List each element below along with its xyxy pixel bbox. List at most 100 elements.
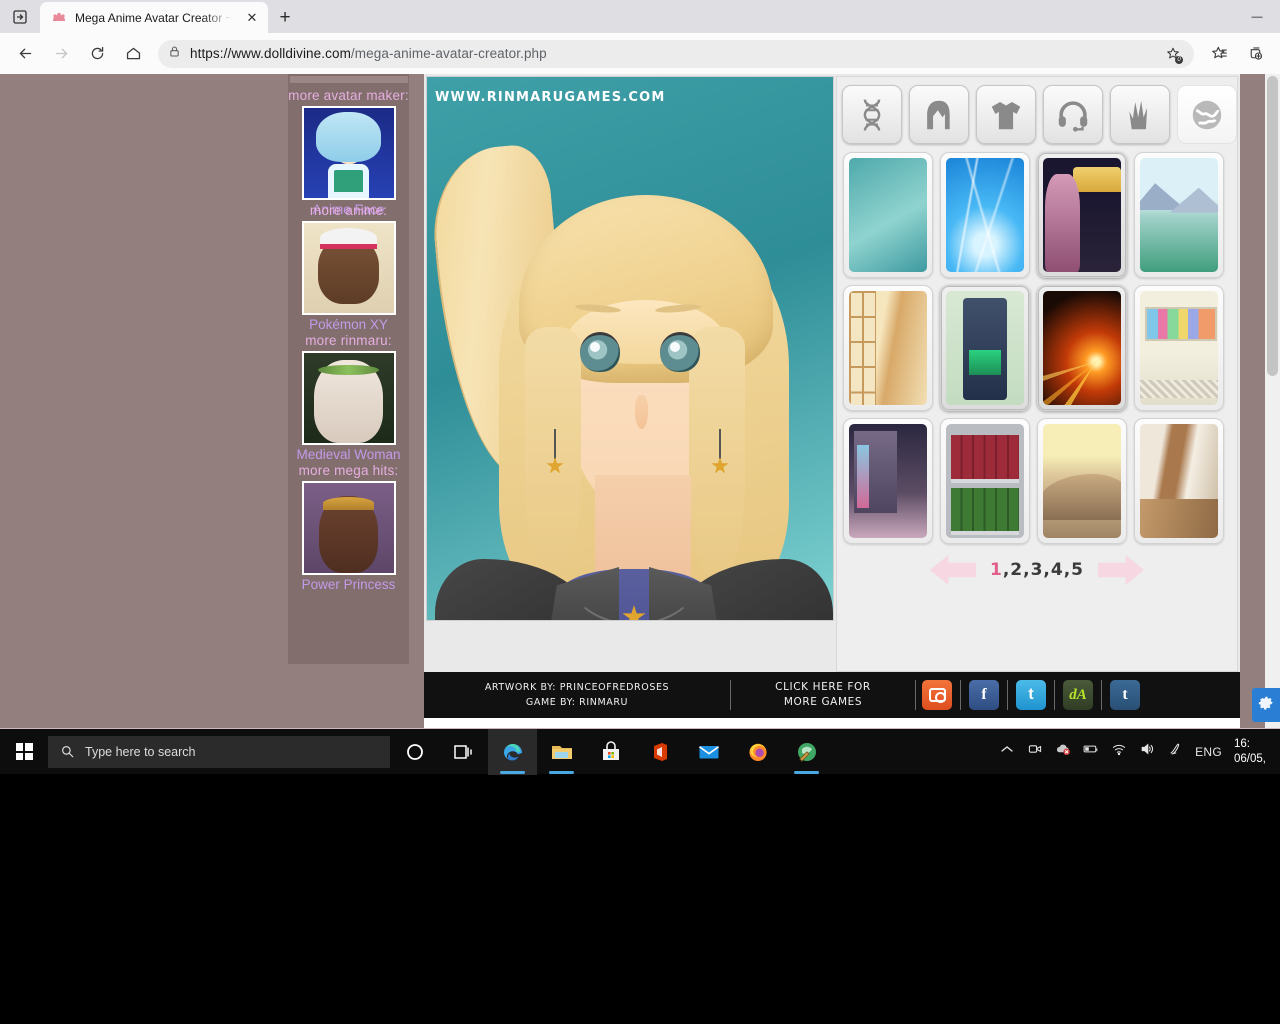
misty-mountains-background[interactable]	[1134, 152, 1224, 278]
home-button[interactable]	[116, 38, 150, 70]
earring-left-star	[546, 429, 564, 477]
footer-divider	[915, 680, 916, 710]
scrollbar-thumb[interactable]	[1267, 76, 1278, 376]
sidebar-thumb-power-princess[interactable]	[301, 481, 396, 575]
desert-dunes-background[interactable]	[1037, 418, 1127, 544]
bookshelf-background[interactable]	[940, 418, 1030, 544]
forward-button[interactable]	[44, 38, 78, 70]
train-interior-background[interactable]	[1134, 285, 1224, 411]
url-domain: https://www.dolldivine.com	[190, 46, 351, 61]
address-bar[interactable]: https://www.dolldivine.com/mega-anime-av…	[158, 39, 1194, 68]
category-toolbar	[837, 77, 1237, 152]
page-scrollbar[interactable]	[1265, 74, 1280, 728]
instagram-share-button[interactable]	[922, 680, 952, 710]
social-divider	[1007, 680, 1008, 710]
new-tab-button[interactable]: +	[268, 2, 302, 33]
microsoft-store-button[interactable]	[586, 729, 635, 775]
back-button[interactable]	[8, 38, 42, 70]
night-city-street-background[interactable]	[843, 418, 933, 544]
background-category[interactable]	[1177, 85, 1237, 144]
paint-app-button[interactable]	[782, 729, 831, 775]
pagination: 1,2,3,4,5	[837, 544, 1237, 596]
festival-stall-background[interactable]	[1037, 152, 1127, 278]
taskbar-clock[interactable]: 16: 06/05,	[1234, 737, 1272, 767]
avatar-preview-canvas[interactable]: WWW.RINMARUGAMES.COM	[426, 76, 834, 621]
browser-tab[interactable]: Mega Anime Avatar Creator ~ U ✕	[40, 2, 268, 33]
system-menu-icon[interactable]	[0, 0, 40, 33]
headset-icon	[1058, 100, 1088, 132]
sidebar-section-label: more avatar maker:	[288, 88, 409, 103]
taskbar-search-box[interactable]: Type here to search	[48, 735, 390, 768]
facebook-share-button[interactable]: f	[969, 680, 999, 710]
sidebar-thumb-medieval-woman[interactable]	[301, 351, 396, 445]
cortana-button[interactable]	[390, 729, 439, 775]
volume-icon[interactable]	[1139, 741, 1155, 762]
page-numbers[interactable]: 1,2,3,4,5	[990, 560, 1084, 580]
windows-taskbar: Type here to search ENG 16: 06/05,	[0, 728, 1280, 775]
cortana-icon	[406, 743, 423, 760]
social-share-row: f t dA t	[922, 680, 1140, 710]
school-hallway-background[interactable]	[1134, 418, 1224, 544]
sidebar-section-rinmaru: more rinmaru: Medieval Woman	[288, 333, 409, 463]
other-pages: ,2,3,4,5	[1002, 560, 1084, 580]
language-indicator[interactable]: ENG	[1195, 745, 1222, 759]
wifi-icon[interactable]	[1111, 741, 1127, 762]
sidebar-link-power-princess[interactable]: Power Princess	[288, 576, 409, 593]
collections-icon[interactable]	[1238, 38, 1272, 70]
hair-category[interactable]	[909, 85, 969, 144]
deviantart-share-button[interactable]: dA	[1063, 680, 1093, 710]
body-dna-category[interactable]	[842, 85, 902, 144]
favorites-list-icon[interactable]	[1202, 38, 1236, 70]
start-button[interactable]	[0, 729, 48, 775]
globe-icon	[1192, 100, 1222, 129]
refresh-button[interactable]	[80, 38, 114, 70]
nose	[635, 395, 648, 429]
address-bar-actions: 0	[1162, 43, 1184, 65]
page-white-strip	[424, 718, 1240, 728]
clothes-category[interactable]	[976, 85, 1036, 144]
sidebar-section-label: more rinmaru:	[305, 333, 392, 348]
battery-icon[interactable]	[1083, 741, 1099, 762]
onedrive-error-icon[interactable]	[1055, 741, 1071, 762]
minimize-button[interactable]: —	[1234, 0, 1280, 33]
sidebar-link-medieval-woman[interactable]: Medieval Woman	[288, 446, 409, 463]
tumblr-share-button[interactable]: t	[1110, 680, 1140, 710]
prev-page-arrow-icon[interactable]	[930, 555, 976, 585]
next-page-arrow-icon[interactable]	[1098, 555, 1144, 585]
current-page: 1	[990, 560, 1003, 580]
eye-right	[660, 332, 700, 372]
office-button[interactable]	[635, 729, 684, 775]
sidebar-thumb-pokemon-xy[interactable]	[301, 221, 396, 315]
show-hidden-icons-chevron[interactable]	[999, 741, 1015, 762]
file-explorer-button[interactable]	[537, 729, 586, 775]
meet-now-icon[interactable]	[1027, 741, 1043, 762]
add-favorite-star-icon[interactable]: 0	[1162, 43, 1184, 65]
eye-left	[580, 332, 620, 372]
close-tab-icon[interactable]: ✕	[242, 8, 262, 28]
shoji-screen-background[interactable]	[843, 285, 933, 411]
firefox-button[interactable]	[733, 729, 782, 775]
blue-light-rays-background[interactable]	[940, 152, 1030, 278]
avatar-character	[427, 77, 833, 620]
social-divider	[960, 680, 961, 710]
twitter-share-button[interactable]: t	[1016, 680, 1046, 710]
earring-right-star	[711, 429, 729, 477]
microsoft-edge-button[interactable]	[488, 728, 537, 775]
accessories-category[interactable]	[1043, 85, 1103, 144]
plain-teal-background[interactable]	[843, 152, 933, 278]
fireworks-background[interactable]	[1037, 285, 1127, 411]
clock-time: 16:	[1234, 737, 1250, 750]
more-games-link[interactable]: CLICK HERE FOR MORE GAMES	[731, 680, 915, 710]
sidebar-section-avatar-maker: more avatar maker: Anime Face	[288, 88, 409, 218]
windows-logo-icon	[15, 743, 33, 760]
arcade-machine-background[interactable]	[940, 285, 1030, 411]
hands-category[interactable]	[1110, 85, 1170, 144]
task-view-button[interactable]	[439, 729, 488, 775]
sidebar-thumb-anime-face[interactable]	[301, 106, 396, 200]
settings-gear-button[interactable]	[1252, 688, 1280, 722]
windows-ink-icon[interactable]	[1167, 741, 1183, 762]
hand-icon	[1129, 100, 1148, 129]
sidebar-link-pokemon-xy[interactable]: Pokémon XY	[288, 316, 409, 333]
credits-block: ARTWORK BY: PRINCEOFREDROSES GAME BY: RI…	[424, 680, 730, 710]
mail-button[interactable]	[684, 729, 733, 775]
